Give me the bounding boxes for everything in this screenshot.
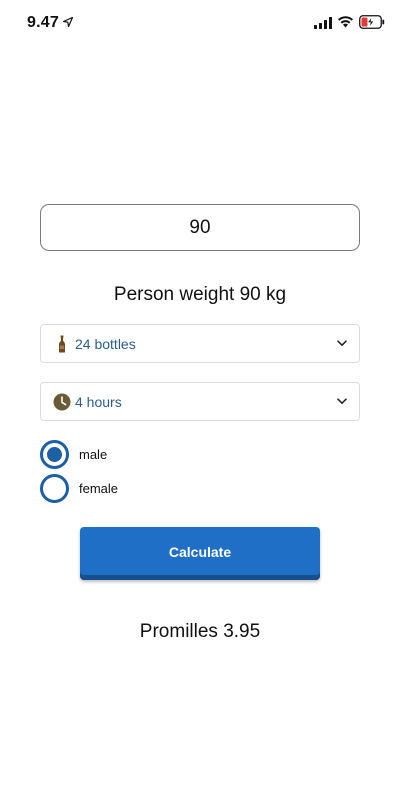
bottles-select-value: 24 bottles [75,336,136,352]
radio-male[interactable]: male [40,440,240,470]
radio-selected-dot [47,447,62,462]
hours-select-value: 4 hours [75,394,122,410]
calculate-button[interactable]: Calculate [80,527,320,580]
clock-icon [53,393,71,411]
status-time: 9.47 [27,14,59,31]
radio-label-male: male [79,447,108,462]
chevron-down-icon [337,398,347,404]
radio-button-unselected[interactable] [40,474,69,503]
weight-label: Person weight 90 kg [113,284,287,305]
radio-label-female: female [79,481,119,496]
radio-button-selected[interactable] [40,440,69,469]
battery-charging-icon [359,15,385,29]
cellular-signal-icon [314,17,332,29]
hours-select[interactable]: 4 hours [40,382,360,421]
location-arrow-icon [63,17,73,27]
status-bar: 9.47 [0,0,400,46]
weight-input[interactable] [40,204,360,251]
wifi-icon [338,16,353,28]
result-text: Promilles 3.95 [139,621,261,642]
chevron-down-icon [337,340,347,346]
bottle-icon [59,335,65,353]
bottles-select[interactable]: 24 bottles [40,324,360,363]
radio-female[interactable]: female [40,474,240,504]
